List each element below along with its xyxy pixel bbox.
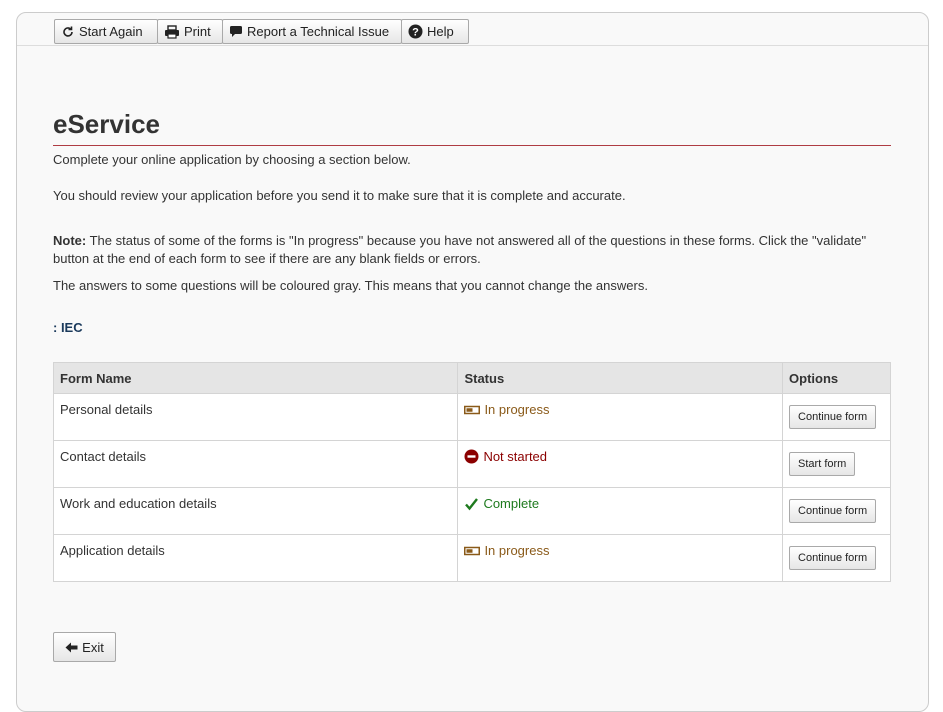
comment-icon <box>229 25 243 38</box>
table-row: Personal details In progress Continue fo… <box>52 393 891 441</box>
status-header: Status <box>457 362 784 394</box>
form-name-cell: Application details <box>52 534 459 582</box>
table-row: Work and education details Complete Cont… <box>52 487 891 535</box>
print-button[interactable]: Print <box>157 19 223 44</box>
help-label: Help <box>427 24 454 39</box>
status-cell: In progress <box>457 393 784 441</box>
toolbar: Start Again Print Report a Technical Iss… <box>17 13 928 46</box>
form-name-cell: Personal details <box>52 393 459 441</box>
status-text: Not started <box>483 449 548 464</box>
intro-text: Complete your online application by choo… <box>53 152 411 167</box>
form-name-cell: Work and education details <box>52 487 459 535</box>
print-label: Print <box>184 24 211 39</box>
section-label: : IEC <box>53 320 83 335</box>
refresh-icon <box>61 25 75 39</box>
table-row: Application details In progress Continue… <box>52 534 891 582</box>
report-issue-button[interactable]: Report a Technical Issue <box>222 19 402 44</box>
status-text: In progress <box>484 543 550 558</box>
options-header: Options <box>782 362 891 394</box>
title-divider <box>53 145 891 146</box>
not-started-icon <box>464 449 479 464</box>
continue-form-button[interactable]: Continue form <box>789 546 877 570</box>
status-badge: Complete <box>464 496 776 511</box>
report-issue-label: Report a Technical Issue <box>247 24 390 39</box>
status-cell: Complete <box>457 487 784 535</box>
status-badge: Not started <box>464 449 776 464</box>
form-name-header: Form Name <box>52 362 459 394</box>
table-header-row: Form Name Status Options <box>52 362 891 394</box>
arrow-left-icon <box>65 642 78 653</box>
options-cell: Continue form <box>782 487 891 535</box>
in-progress-icon <box>464 546 481 556</box>
status-text: In progress <box>484 402 550 417</box>
exit-label: Exit <box>82 639 104 655</box>
status-badge: In progress <box>464 402 776 417</box>
help-button[interactable]: ? Help <box>401 19 469 44</box>
note-paragraph: Note: The status of some of the forms is… <box>53 232 883 268</box>
svg-text:?: ? <box>412 26 419 38</box>
options-cell: Continue form <box>782 393 891 441</box>
exit-button[interactable]: Exit <box>53 632 116 662</box>
main-panel: Start Again Print Report a Technical Iss… <box>16 12 929 712</box>
continue-form-button[interactable]: Continue form <box>789 499 877 523</box>
options-cell: Start form <box>782 440 891 488</box>
start-form-button[interactable]: Start form <box>789 452 856 476</box>
printer-icon <box>164 24 180 39</box>
status-text: Complete <box>483 496 540 511</box>
start-again-button[interactable]: Start Again <box>54 19 158 44</box>
status-cell: Not started <box>457 440 784 488</box>
table-row: Contact details Not started Start form <box>52 440 891 488</box>
start-again-label: Start Again <box>79 24 143 39</box>
options-cell: Continue form <box>782 534 891 582</box>
note-text: The status of some of the forms is "In p… <box>53 233 867 266</box>
status-badge: In progress <box>464 543 776 558</box>
forms-table: Form Name Status Options Personal detail… <box>52 362 891 582</box>
continue-form-button[interactable]: Continue form <box>789 405 877 429</box>
page-title: eService <box>53 109 160 139</box>
review-text: You should review your application befor… <box>53 188 626 203</box>
form-name-cell: Contact details <box>52 440 459 488</box>
note-label: Note: <box>53 233 87 248</box>
question-circle-icon: ? <box>408 24 423 39</box>
checkmark-icon <box>464 497 479 511</box>
in-progress-icon <box>464 405 481 415</box>
status-cell: In progress <box>457 534 784 582</box>
gray-answers-note: The answers to some questions will be co… <box>53 278 648 293</box>
